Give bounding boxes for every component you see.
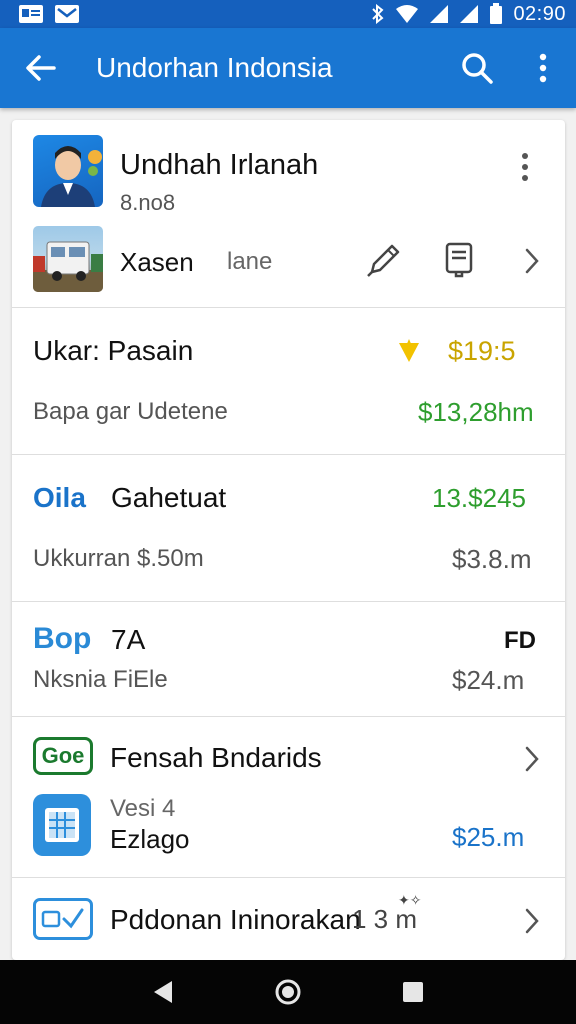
wifi-icon [395, 4, 419, 24]
vehicle-thumbnail[interactable] [33, 226, 103, 292]
overflow-menu-button[interactable] [510, 28, 576, 108]
row-title[interactable]: Pddonan Ininorakan [110, 904, 361, 936]
list-item[interactable]: Ukar: Pasain $19:5 Bapa gar Udetene $13,… [12, 308, 565, 454]
document-icon [445, 242, 473, 278]
row-sub-amount: $13,28hm [418, 397, 534, 427]
chevron-right-icon [525, 908, 539, 934]
row-subtitle: Bapa gar Udetene [33, 398, 228, 425]
app-bar-title: Undorhan Indonsia [96, 52, 333, 83]
battery-icon [489, 3, 503, 25]
list-item[interactable]: Bop 7A FD Nksnia FiEle $24.m [12, 602, 565, 716]
app-bar: Undorhan Indonsia [0, 28, 576, 108]
status-bar: 02:90 [0, 0, 576, 28]
checklist-icon [33, 898, 93, 940]
row-sub-amount: $3.8.m [452, 544, 532, 574]
system-nav-bar [0, 960, 576, 1024]
document-button[interactable] [442, 240, 476, 285]
row-amount: 13.$245 [432, 483, 526, 513]
row-title: Ukar: Pasain [33, 335, 194, 366]
arrow-back-icon [26, 55, 56, 81]
row-title[interactable]: Fensah Bndarids [110, 742, 322, 774]
profile-name: Undhah Irlanah [120, 149, 319, 181]
brand-badge: Goe [33, 737, 93, 775]
row-title: Gahetuat [111, 482, 227, 513]
row-sub-amount: $24.m [452, 665, 525, 695]
profile-label-secondary: lane [227, 248, 273, 275]
sparkle-icon: ✦✧ [398, 892, 422, 908]
brand-logo: Bop [33, 622, 92, 655]
back-button[interactable] [0, 28, 82, 108]
profile-menu-button[interactable] [520, 152, 530, 187]
signal-icon-2 [459, 4, 479, 24]
signal-icon [429, 4, 449, 24]
row-subtitle: Nksnia FiEle [33, 666, 168, 693]
profile-number: 8.no8 [120, 190, 176, 215]
home-circle-icon [275, 979, 301, 1005]
star-icon [396, 338, 422, 369]
divider [12, 877, 565, 878]
contact-card-icon [18, 4, 44, 24]
content-card: Undhah Irlanah 8.no8 Xasen lane Ukar: Pa… [12, 120, 565, 960]
row-amount: $19:5 [448, 336, 516, 366]
row-subtitle-small: Vesi 4 [110, 795, 176, 822]
profile-label-primary: Xasen [120, 247, 194, 277]
row-subtitle: Ezlago [110, 824, 190, 854]
row-chevron-button[interactable] [520, 906, 544, 941]
square-recents-icon [403, 982, 424, 1002]
more-vert-icon [522, 153, 528, 181]
profile-chevron-button[interactable] [520, 246, 544, 281]
nav-back-button[interactable] [133, 962, 193, 1022]
search-button[interactable] [444, 28, 510, 108]
nav-home-button[interactable] [258, 962, 318, 1022]
row-chevron-button[interactable] [520, 744, 544, 779]
row-amount: FD [504, 627, 536, 654]
mail-icon [54, 4, 80, 24]
bluetooth-icon [371, 4, 385, 24]
list-item[interactable]: Oila Gahetuat 13.$245 Ukkurran $.50m $3.… [12, 455, 565, 601]
status-time: 02:90 [513, 2, 566, 25]
brand-logo: Oila [33, 482, 86, 513]
avatar[interactable] [33, 135, 103, 207]
chevron-right-icon [525, 248, 539, 274]
row-title: 7A [111, 624, 146, 655]
nav-recents-button[interactable] [383, 962, 443, 1022]
chevron-right-icon [525, 746, 539, 772]
divider [12, 716, 565, 717]
calculator-app-icon[interactable] [33, 794, 91, 856]
pencil-icon [367, 244, 400, 277]
edit-button[interactable] [364, 240, 404, 285]
row-sub-amount: $25.m [452, 822, 525, 852]
row-subtitle: Ukkurran $.50m [33, 545, 204, 572]
more-vert-icon [539, 53, 547, 83]
triangle-back-icon [153, 981, 172, 1003]
search-icon [462, 53, 493, 84]
